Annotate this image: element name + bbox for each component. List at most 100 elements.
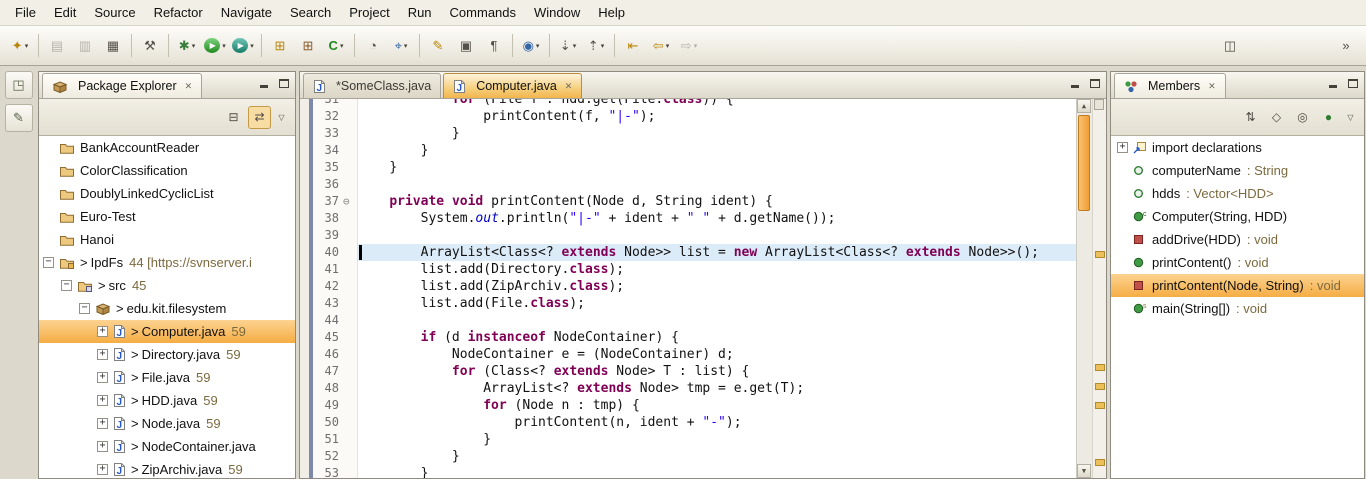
line-number-ruler[interactable]: 3132333435363738394041424344454647484950…	[313, 99, 342, 478]
code-line[interactable]: }	[358, 159, 1076, 176]
tree-item[interactable]: +J>Directory.java59	[39, 343, 295, 366]
tree-expander-icon[interactable]: +	[97, 441, 108, 452]
folding-ruler[interactable]: ⊖	[342, 99, 358, 478]
minimized-java-view-button[interactable]: ✎	[5, 104, 33, 132]
run-button[interactable]: ▶▾	[201, 34, 229, 58]
link-with-editor-button[interactable]: ⇄	[248, 106, 271, 129]
occurrence-marker[interactable]	[1095, 383, 1105, 390]
view-menu-button[interactable]: ▽	[1343, 106, 1358, 129]
tree-item[interactable]: +J>File.java59	[39, 366, 295, 389]
tree-expander-icon[interactable]: +	[97, 418, 108, 429]
tree-item[interactable]: BankAccountReader	[39, 136, 295, 159]
tree-expander-icon[interactable]: +	[97, 395, 108, 406]
save-button[interactable]: ▤	[43, 34, 71, 58]
code-line[interactable]	[358, 176, 1076, 193]
member-item[interactable]: +import declarations	[1111, 136, 1364, 159]
code-line[interactable]	[358, 312, 1076, 329]
code-line[interactable]: }	[358, 448, 1076, 465]
menu-source[interactable]: Source	[85, 2, 144, 23]
code-line[interactable]: ArrayList<Class<? extends Node>> list = …	[358, 244, 1076, 261]
member-item[interactable]: printContent(Node, String): void	[1111, 274, 1364, 297]
tree-expander-icon[interactable]: +	[97, 326, 108, 337]
code-line[interactable]: for (Class<? extends Node> T : list) {	[358, 363, 1076, 380]
hide-static-button[interactable]: ◎	[1291, 106, 1314, 129]
menu-file[interactable]: File	[6, 2, 45, 23]
tree-expander-icon[interactable]: +	[97, 464, 108, 475]
maximize-button[interactable]	[276, 76, 292, 91]
member-item[interactable]: smain(String[]): void	[1111, 297, 1364, 320]
menu-commands[interactable]: Commands	[441, 2, 525, 23]
save-all-button[interactable]: ▥	[71, 34, 99, 58]
maximize-button[interactable]	[1087, 76, 1103, 91]
code-line[interactable]: ArrayList<? extends Node> tmp = e.get(T)…	[358, 380, 1076, 397]
tree-expander-icon[interactable]: −	[43, 257, 54, 268]
code-line[interactable]: list.add(ZipArchiv.class);	[358, 278, 1076, 295]
new-java-project-button[interactable]: ⊞	[266, 34, 294, 58]
close-icon[interactable]: ✕	[185, 81, 193, 92]
hide-fields-button[interactable]: ◇	[1265, 106, 1288, 129]
member-item[interactable]: hdds: Vector<HDD>	[1111, 182, 1364, 205]
minimize-button[interactable]	[1326, 76, 1342, 91]
annotate-button[interactable]: ✎	[424, 34, 452, 58]
run-coverage-button[interactable]: ▶▾	[229, 34, 257, 58]
code-line[interactable]: for (File f : hdd.get(File.class)) {	[358, 99, 1076, 108]
code-line[interactable]: }	[358, 125, 1076, 142]
minimize-button[interactable]	[1068, 76, 1084, 91]
overview-annotations-button[interactable]	[1094, 99, 1104, 110]
code-line[interactable]: private void printContent(Node d, String…	[358, 193, 1076, 210]
code-line[interactable]: printContent(n, ident + "-");	[358, 414, 1076, 431]
fold-collapse-icon[interactable]: ⊖	[343, 195, 350, 208]
minimize-button[interactable]	[257, 76, 273, 91]
new-package-button[interactable]: ⊞	[294, 34, 322, 58]
tree-item[interactable]: +J>NodeContainer.java	[39, 435, 295, 458]
sort-button[interactable]: ⇅	[1239, 106, 1262, 129]
debug-button[interactable]: ✱▾	[173, 34, 201, 58]
package-explorer-tab[interactable]: Package Explorer ✕	[42, 73, 202, 98]
tree-expander-icon[interactable]: −	[61, 280, 72, 291]
tree-expander-icon[interactable]: +	[97, 349, 108, 360]
hide-nonpublic-button[interactable]: ●	[1317, 106, 1340, 129]
menu-navigate[interactable]: Navigate	[212, 2, 281, 23]
members-list[interactable]: +import declarationscomputerName: String…	[1111, 136, 1364, 478]
tree-item[interactable]: Euro-Test	[39, 205, 295, 228]
previous-annotation-button[interactable]: ⇡▾	[582, 34, 610, 58]
next-annotation-button[interactable]: ⇣▾	[554, 34, 582, 58]
tree-item[interactable]: −>edu.kit.filesystem	[39, 297, 295, 320]
close-icon[interactable]: ✕	[1208, 81, 1216, 92]
package-explorer-tree[interactable]: BankAccountReaderColorClassificationDoub…	[39, 136, 295, 478]
tree-expander-icon[interactable]: +	[1117, 142, 1128, 153]
code-line[interactable]: list.add(File.class);	[358, 295, 1076, 312]
build-all-button[interactable]: ⚒	[136, 34, 164, 58]
menu-edit[interactable]: Edit	[45, 2, 85, 23]
scrollbar-thumb[interactable]	[1078, 115, 1090, 211]
code-line[interactable]: }	[358, 465, 1076, 478]
scroll-down-icon[interactable]: ▼	[1077, 464, 1091, 478]
code-line[interactable]	[358, 227, 1076, 244]
code-line[interactable]: list.add(Directory.class);	[358, 261, 1076, 278]
tree-item[interactable]: +J>ZipArchiv.java59	[39, 458, 295, 478]
members-tab[interactable]: Members ✕	[1114, 73, 1226, 98]
editor-scrollbar[interactable]: ▲ ▼	[1076, 99, 1092, 478]
code-line[interactable]: }	[358, 431, 1076, 448]
menu-project[interactable]: Project	[340, 2, 398, 23]
print-button[interactable]: ▦	[99, 34, 127, 58]
annotation-ruler[interactable]	[300, 99, 313, 478]
tree-item[interactable]: −>src45	[39, 274, 295, 297]
tree-expander-icon[interactable]: +	[97, 372, 108, 383]
member-item[interactable]: addDrive(HDD): void	[1111, 228, 1364, 251]
show-whitespace-button[interactable]: ¶	[480, 34, 508, 58]
menu-window[interactable]: Window	[525, 2, 589, 23]
back-button[interactable]: ⇦▾	[647, 34, 675, 58]
new-wizard-button[interactable]: ✦▾	[6, 34, 34, 58]
code-line[interactable]: }	[358, 142, 1076, 159]
occurrence-marker[interactable]	[1095, 402, 1105, 409]
tree-item[interactable]: Hanoi	[39, 228, 295, 251]
tree-item[interactable]: +J>Node.java59	[39, 412, 295, 435]
fast-view-button[interactable]: ◳	[5, 71, 33, 99]
forward-button[interactable]: ⇨▾	[675, 34, 703, 58]
occurrence-marker[interactable]	[1095, 364, 1105, 371]
open-task-button[interactable]: ◔	[359, 34, 387, 58]
code-line[interactable]: NodeContainer e = (NodeContainer) d;	[358, 346, 1076, 363]
view-menu-button[interactable]: ▽	[274, 106, 289, 129]
menu-refactor[interactable]: Refactor	[145, 2, 212, 23]
